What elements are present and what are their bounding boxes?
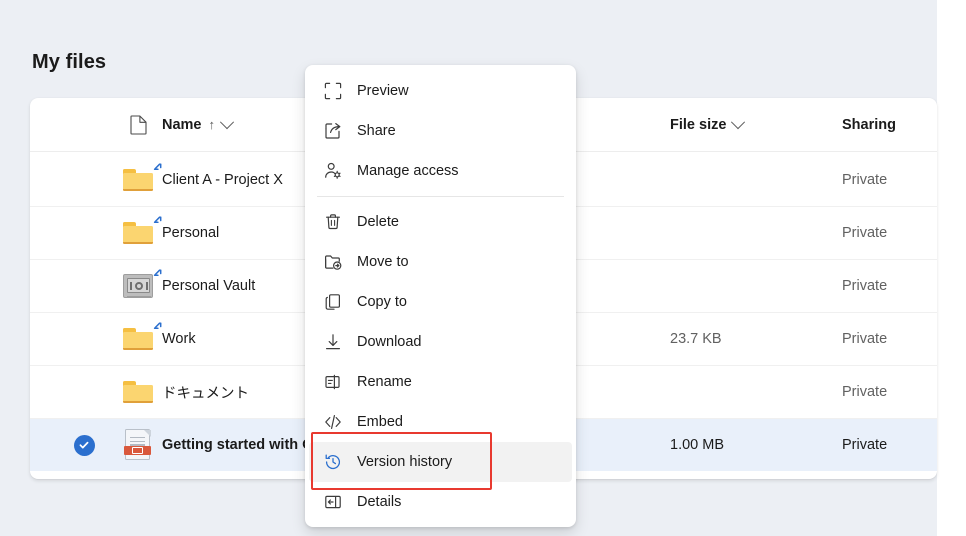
context-menu[interactable]: Preview Share Manage access Delete Move …	[305, 65, 576, 527]
row-sharing[interactable]: Private	[842, 313, 937, 365]
menu-item-preview[interactable]: Preview	[309, 71, 572, 111]
chevron-down-icon[interactable]	[731, 114, 746, 129]
menu-item-label: Move to	[357, 254, 409, 270]
move-to-icon	[323, 252, 343, 272]
row-name-label: Personal	[162, 225, 220, 241]
folder-icon	[123, 222, 153, 244]
menu-item-share[interactable]: Share	[309, 111, 572, 151]
menu-item-version-history[interactable]: Version history	[309, 442, 572, 482]
header-sharing-label: Sharing	[842, 116, 896, 133]
menu-item-label: Version history	[357, 454, 453, 470]
row-name-label: Work	[162, 331, 196, 347]
menu-item-details[interactable]: Details	[309, 482, 572, 522]
folder-icon	[123, 381, 153, 403]
menu-item-label: Download	[357, 334, 422, 350]
menu-item-move-to[interactable]: Move to	[309, 242, 572, 282]
menu-separator	[317, 196, 564, 197]
row-checkbox[interactable]	[66, 419, 102, 471]
menu-item-label: Preview	[357, 83, 409, 99]
copy-to-icon	[323, 292, 343, 312]
row-icon	[114, 419, 162, 471]
row-file-size	[670, 207, 820, 259]
menu-item-label: Share	[357, 123, 396, 139]
row-name-label: Personal Vault	[162, 278, 256, 294]
row-name-label: Getting started with On	[162, 437, 323, 453]
version-history-icon	[323, 452, 343, 472]
menu-item-label: Rename	[357, 374, 412, 390]
page-title: My files	[32, 51, 107, 74]
pdf-icon	[123, 429, 152, 461]
row-icon	[114, 260, 162, 312]
menu-item-delete[interactable]: Delete	[309, 202, 572, 242]
row-file-size: 1.00 MB	[670, 437, 724, 453]
folder-icon	[123, 168, 153, 191]
menu-item-embed[interactable]: Embed	[309, 402, 572, 442]
menu-item-label: Manage access	[357, 163, 459, 179]
row-name-label: ドキュメント	[162, 385, 249, 402]
header-file-type-icon	[114, 98, 162, 151]
row-name-label: Client A - Project X	[162, 171, 283, 188]
embed-icon	[323, 412, 343, 432]
menu-item-download[interactable]: Download	[309, 322, 572, 362]
preview-icon	[323, 81, 343, 101]
manage-access-icon	[323, 161, 343, 181]
vault-icon	[123, 274, 153, 298]
header-file-size[interactable]: File size	[670, 98, 820, 151]
menu-item-label: Embed	[357, 414, 403, 430]
row-sharing[interactable]: Private	[842, 207, 937, 259]
row-sharing[interactable]: Private	[842, 153, 937, 206]
sort-ascending-icon: ↑	[208, 117, 216, 132]
header-file-size-label: File size	[670, 116, 727, 133]
row-sharing[interactable]: Private	[842, 366, 937, 418]
row-file-size	[670, 260, 820, 312]
folder-icon	[123, 328, 153, 350]
row-sharing[interactable]: Private	[842, 260, 937, 312]
rename-icon	[323, 372, 343, 392]
menu-item-rename[interactable]: Rename	[309, 362, 572, 402]
document-icon	[129, 114, 147, 135]
header-sharing[interactable]: Sharing	[842, 98, 937, 151]
row-icon	[114, 366, 162, 418]
row-icon	[114, 313, 162, 365]
header-name-label: Name	[162, 116, 202, 133]
row-icon	[114, 153, 162, 206]
menu-item-manage-access[interactable]: Manage access	[309, 151, 572, 191]
row-sharing[interactable]: Private	[842, 419, 937, 471]
menu-item-copy-to[interactable]: Copy to	[309, 282, 572, 322]
download-icon	[323, 332, 343, 352]
menu-item-label: Copy to	[357, 294, 407, 310]
row-file-size	[670, 153, 820, 206]
chevron-down-icon[interactable]	[219, 114, 235, 129]
row-file-size	[670, 366, 820, 418]
menu-item-label: Delete	[357, 214, 399, 230]
checkmark-icon[interactable]	[73, 434, 95, 456]
delete-icon	[323, 212, 343, 232]
share-icon	[323, 121, 343, 141]
row-file-size: 23.7 KB	[670, 331, 722, 347]
details-icon	[323, 492, 343, 512]
menu-item-label: Details	[357, 494, 402, 510]
row-icon	[114, 207, 162, 259]
